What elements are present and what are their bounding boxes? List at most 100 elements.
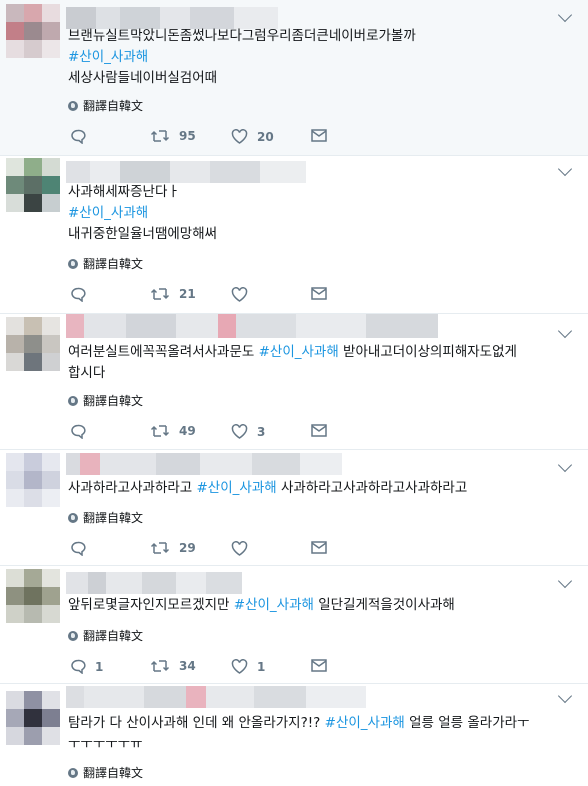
retweet-icon (150, 288, 170, 300)
like-button[interactable]: 3 (231, 424, 265, 439)
tweet[interactable]: 사과하라고사과하라고 #산이_사과해 사과하라고사과하라고사과하라고 翻譯自韓文… (0, 450, 588, 566)
globe-icon (68, 395, 78, 406)
hashtag-link[interactable]: #산이_사과해 (197, 480, 277, 496)
tweet-text-line: 세상사람들네이버실검어때 (68, 70, 218, 86)
reply-button[interactable] (70, 287, 95, 302)
tweet[interactable]: 앞뒤로몇글자인지모르겠지만 #산이_사과해 일단길게적을것이사과해 翻譯自韓文 … (0, 566, 588, 684)
translate-link[interactable]: 翻譯自韓文 (68, 255, 143, 272)
author-name-blurred[interactable] (66, 686, 366, 708)
direct-message-icon (311, 541, 327, 554)
translate-link[interactable]: 翻譯自韓文 (68, 97, 143, 114)
text-segment: 받아내고더이상의피해자도없게 (338, 344, 517, 360)
heart-icon (231, 129, 248, 144)
chevron-down-icon[interactable] (557, 7, 573, 23)
like-count: 3 (257, 424, 266, 439)
translate-link[interactable]: 翻譯自韓文 (68, 509, 143, 526)
avatar[interactable] (6, 4, 60, 58)
translate-label: 翻譯自韓文 (83, 99, 144, 113)
avatar[interactable] (6, 317, 60, 371)
translate-link[interactable]: 翻譯自韓文 (68, 627, 143, 644)
text-segment: 여러분실트에꼭꼭올려서사과문도 (68, 344, 259, 360)
retweet-count: 34 (179, 659, 196, 673)
reply-icon (71, 424, 86, 439)
retweet-button[interactable]: 49 (150, 424, 196, 438)
retweet-icon (150, 660, 170, 672)
avatar[interactable] (6, 569, 60, 623)
retweet-button[interactable]: 29 (150, 541, 196, 555)
reply-button[interactable] (70, 541, 95, 556)
chevron-down-icon[interactable] (557, 457, 573, 473)
retweet-icon (150, 542, 170, 554)
author-name-blurred[interactable] (66, 572, 242, 594)
direct-message-button[interactable] (311, 659, 327, 672)
tweet-text: 탐라가 다 산이사과해 인데 왜 안올라가지?!? #산이_사과해 얼릉 얼릉 … (68, 713, 572, 755)
tweet-text: 사과하라고사과하라고 #산이_사과해 사과하라고사과하라고사과하라고 (68, 478, 572, 499)
hashtag-link[interactable]: #산이_사과해 (234, 597, 314, 613)
tweet-text-line: 사과하라고사과하라고 #산이_사과해 사과하라고사과하라고사과하라고 (68, 478, 572, 499)
globe-icon (68, 630, 78, 641)
author-name-blurred[interactable] (66, 161, 306, 183)
tweet-text-line: 브랜뉴실트막았니돈좀썼나보다그럼우리좀더큰네이버로가볼까 (68, 28, 416, 44)
avatar[interactable] (6, 453, 60, 507)
reply-button[interactable]: 1 (70, 659, 103, 674)
reply-count: 1 (95, 659, 104, 674)
tweet-text-line: 탐라가 다 산이사과해 인데 왜 안올라가지?!? #산이_사과해 얼릉 얼릉 … (68, 713, 572, 734)
hashtag-link[interactable]: #산이_사과해 (68, 47, 572, 68)
tweet[interactable]: 브랜뉴실트막았니돈좀썼나보다그럼우리좀더큰네이버로가볼까 #산이_사과해 세상사… (0, 0, 588, 156)
tweet-text-line: 합시다 (68, 365, 106, 381)
translate-link[interactable]: 翻譯自韓文 (68, 392, 143, 409)
retweet-count: 21 (179, 287, 196, 301)
text-segment: 사과하라고사과하라고사과하라고 (276, 480, 468, 496)
direct-message-button[interactable] (311, 287, 327, 300)
text-segment: 탐라가 다 산이사과해 인데 왜 안올라가지?!? (68, 715, 325, 731)
direct-message-icon (311, 129, 327, 142)
translate-label: 翻譯自韓文 (83, 394, 144, 408)
hashtag-link[interactable]: #산이_사과해 (325, 715, 405, 731)
translate-label: 翻譯自韓文 (83, 629, 144, 643)
direct-message-button[interactable] (311, 424, 327, 437)
tweet-text-line: 여러분실트에꼭꼭올려서사과문도 #산이_사과해 받아내고더이상의피해자도없게 (68, 342, 572, 363)
tweet[interactable]: 사과해세짜증난다ㅏ #산이_사과해 내귀중한일율너땜에망해써 翻譯自韓文 21 (0, 156, 588, 314)
reply-icon (71, 659, 86, 674)
retweet-button[interactable]: 34 (150, 659, 196, 673)
retweet-icon (150, 130, 170, 142)
chevron-down-icon[interactable] (557, 323, 573, 339)
chevron-down-icon[interactable] (557, 161, 573, 177)
text-segment: 사과하라고사과하라고 (68, 480, 197, 496)
retweet-button[interactable]: 95 (150, 129, 196, 143)
author-name-blurred[interactable] (66, 453, 342, 475)
like-count: 20 (257, 129, 274, 144)
direct-message-button[interactable] (311, 129, 327, 142)
tweet[interactable]: 여러분실트에꼭꼭올려서사과문도 #산이_사과해 받아내고더이상의피해자도없게 합… (0, 314, 588, 450)
reply-button[interactable] (70, 424, 95, 439)
direct-message-icon (311, 659, 327, 672)
author-name-blurred[interactable] (66, 314, 438, 338)
translate-label: 翻譯自韓文 (83, 511, 144, 525)
text-segment: 얼릉 얼릉 올라가라ㅜ (404, 715, 530, 731)
tweet-text-line: ㅜㅜㅜㅜㅜㅠ (68, 736, 143, 752)
retweet-button[interactable]: 21 (150, 287, 196, 301)
globe-icon (68, 258, 78, 269)
translate-link[interactable]: 翻譯自韓文 (68, 764, 143, 781)
avatar[interactable] (6, 158, 60, 212)
hashtag-link[interactable]: #산이_사과해 (68, 203, 572, 224)
retweet-count: 95 (179, 129, 196, 143)
hashtag-link[interactable]: #산이_사과해 (259, 344, 339, 360)
chevron-down-icon[interactable] (557, 573, 573, 589)
avatar[interactable] (6, 691, 60, 745)
tweet-feed: 브랜뉴실트막았니돈좀썼나보다그럼우리좀더큰네이버로가볼까 #산이_사과해 세상사… (0, 0, 588, 786)
like-button[interactable] (231, 541, 257, 556)
like-button[interactable]: 20 (231, 129, 274, 144)
like-button[interactable]: 1 (231, 659, 265, 674)
heart-icon (231, 424, 248, 439)
tweet-text: 사과해세짜증난다ㅏ #산이_사과해 내귀중한일율너땜에망해써 (68, 182, 572, 245)
tweet-text: 앞뒤로몇글자인지모르겠지만 #산이_사과해 일단길게적을것이사과해 (68, 595, 572, 616)
tweet-text-line: 내귀중한일율너땜에망해써 (68, 226, 218, 242)
reply-button[interactable] (70, 129, 95, 144)
tweet[interactable]: 탐라가 다 산이사과해 인데 왜 안올라가지?!? #산이_사과해 얼릉 얼릉 … (0, 684, 588, 786)
direct-message-button[interactable] (311, 541, 327, 554)
like-button[interactable] (231, 287, 257, 302)
chevron-down-icon[interactable] (557, 688, 573, 704)
retweet-count: 29 (179, 541, 196, 555)
translate-label: 翻譯自韓文 (83, 257, 144, 271)
